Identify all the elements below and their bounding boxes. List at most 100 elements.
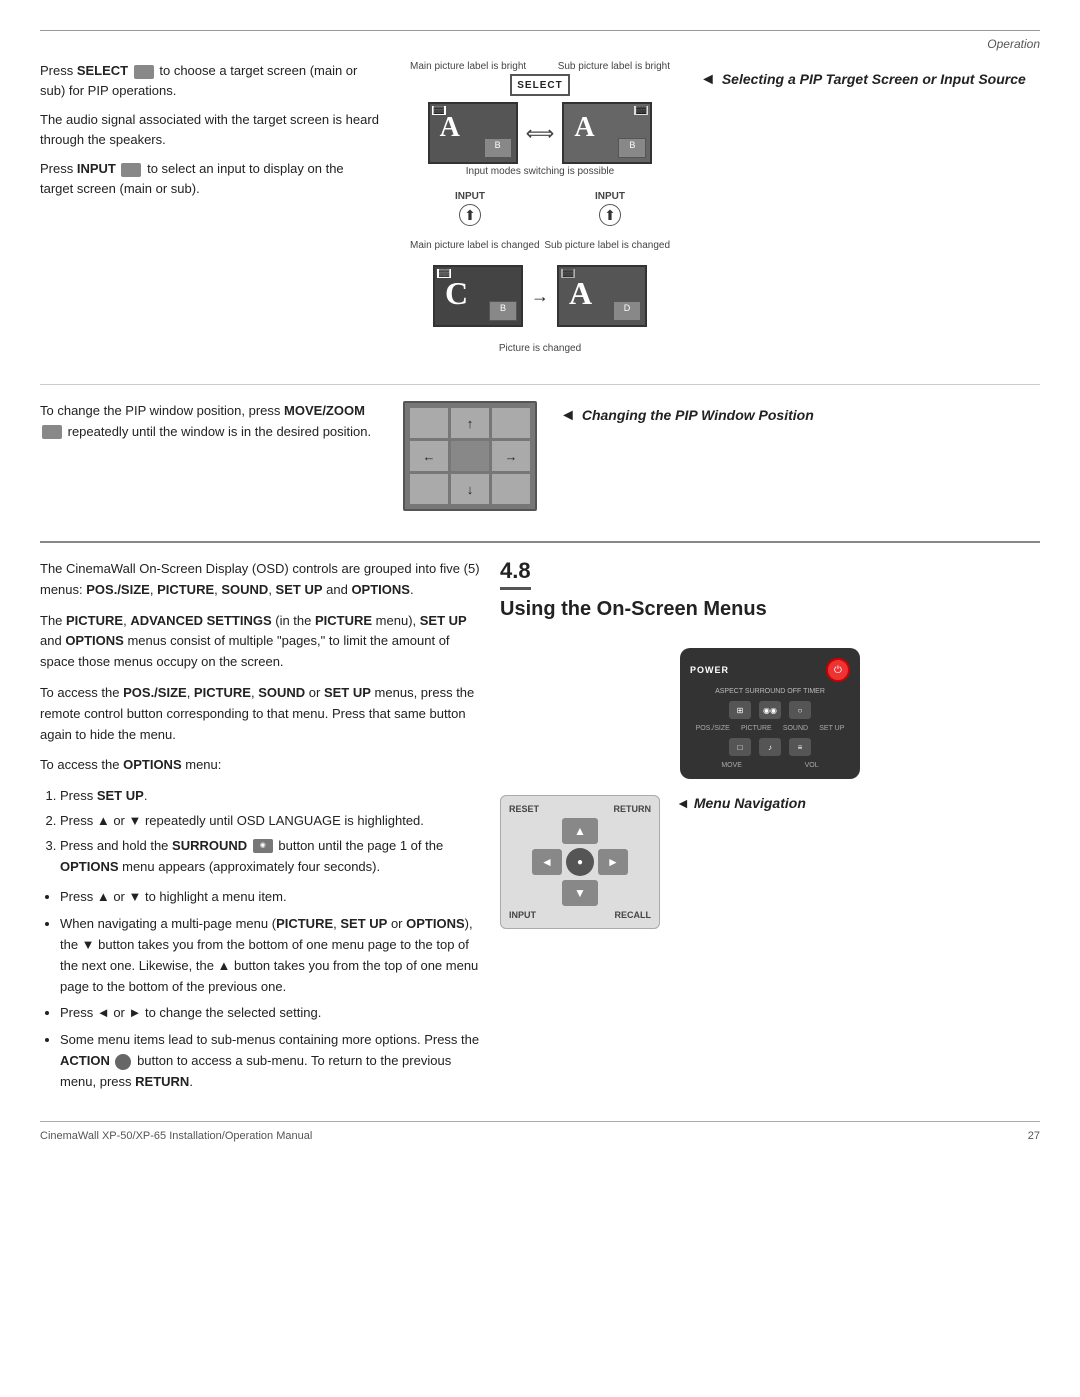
pip-section-heading: ◄ Selecting a PIP Target Screen or Input…: [700, 71, 1040, 89]
input-modes-note: Input modes switching is possible: [400, 166, 680, 177]
remote-top-row: ⊞ ◉◉ ○: [690, 701, 850, 719]
osd-bullet4: Some menu items lead to sub-menus contai…: [60, 1030, 480, 1092]
grid-cell-center: [451, 441, 489, 471]
osd-para1: The CinemaWall On-Screen Display (OSD) c…: [40, 559, 480, 601]
remote-menu-btns: □ ♪ ≡: [690, 738, 850, 756]
pip-bottom-screens: C B ▓▓ → A D ▓▓: [433, 265, 647, 327]
screen-letter-a-sub: A: [574, 112, 594, 144]
sub-changed-label: Sub picture label is changed: [544, 240, 670, 251]
movezoom-icon: [42, 425, 62, 439]
remote-power-label: POWER: [690, 665, 729, 675]
main-label-bright: Main picture label is bright: [410, 61, 526, 72]
nav-top-labels: RESET RETURN: [509, 804, 651, 814]
pip-mini-b-sub: B: [618, 138, 646, 158]
pip-para2: The audio signal associated with the tar…: [40, 110, 380, 149]
remote-pos-label: POS./SIZE: [696, 725, 730, 732]
bright-label-main: ▓▓: [432, 106, 446, 115]
remote-move-label: MOVE: [721, 762, 742, 769]
remote-sound-label: SOUND: [783, 725, 808, 732]
select-box: SELECT: [510, 74, 570, 96]
changed-labels: Main picture label is changed Sub pictur…: [400, 240, 680, 251]
nav-input-label: INPUT: [509, 910, 536, 920]
nav-up-row: ▲: [562, 818, 598, 844]
pip-mini-b-main: B: [484, 138, 512, 158]
select-bold: SELECT: [77, 63, 128, 78]
osd-picture5: PICTURE: [276, 916, 333, 931]
grid-cell-s: ↓: [451, 474, 489, 504]
remote-btn-sound: ≡: [789, 738, 811, 756]
pip-heading-text: Selecting a PIP Target Screen or Input S…: [722, 71, 1026, 87]
grid-cell-ne: [492, 408, 530, 438]
osd-picture: PICTURE: [157, 582, 214, 597]
osd-para3: To access the POS./SIZE, PICTURE, SOUND …: [40, 683, 480, 745]
bright-label-sub: ▓▓: [634, 106, 648, 115]
input-arrow-group: INPUT ⬆ INPUT ⬆: [400, 191, 680, 226]
pip-para1: Press SELECT to choose a target screen (…: [40, 61, 380, 100]
pip-left-text: Press SELECT to choose a target screen (…: [40, 61, 380, 354]
osd-para4: To access the OPTIONS menu:: [40, 755, 480, 776]
osd-step3: Press and hold the SURROUND ◉ button unt…: [60, 836, 480, 878]
nav-recall-label: RECALL: [615, 910, 652, 920]
remote-btn-off: ○: [789, 701, 811, 719]
remote-setup-label: SET UP: [819, 725, 844, 732]
menu-nav-label: Menu Navigation: [694, 795, 806, 811]
osd-bullet3: Press ◄ or ► to change the selected sett…: [60, 1003, 480, 1024]
pip-screen-c: C B ▓▓: [433, 265, 523, 327]
osd-section-number: 4.8: [500, 559, 531, 590]
nav-down-row: ▼: [562, 880, 598, 906]
remote-move-labels: MOVE VOL: [690, 762, 850, 769]
swap-arrow: ⟺: [526, 121, 555, 146]
grid-cell-se: [492, 474, 530, 504]
osd-options: OPTIONS: [351, 582, 410, 597]
osd-setup: SET UP: [276, 582, 323, 597]
remote-menu-labels: POS./SIZE PICTURE SOUND SET UP: [690, 725, 850, 732]
input-icon: [121, 163, 141, 177]
grid-cell-e: →: [492, 441, 530, 471]
remote-vol-label: VOL: [805, 762, 819, 769]
grid-cell-nw: [410, 408, 448, 438]
screen-letter-a-main: A: [440, 112, 460, 144]
grid-cell-n: ↑: [451, 408, 489, 438]
osd-left-content: The CinemaWall On-Screen Display (OSD) c…: [40, 559, 480, 1101]
remote-aspect-label: ASPECT SURROUND OFF TIMER: [715, 688, 825, 695]
movezoom-bold: MOVE/ZOOM: [284, 403, 365, 418]
section-osd: The CinemaWall On-Screen Display (OSD) c…: [40, 541, 1040, 1101]
remote-btn-aspect: ⊞: [729, 701, 751, 719]
movezoom-left: To change the PIP window position, press…: [40, 401, 380, 443]
osd-pos-size: POS./SIZE: [86, 582, 150, 597]
pip-screen-main-a: A B ▓▓: [428, 102, 518, 164]
picture-changed-note: Picture is changed: [499, 343, 581, 354]
osd-picture3: PICTURE: [315, 613, 372, 628]
remote-btn-picture: ♪: [759, 738, 781, 756]
menu-nav-arrow: ◄: [676, 795, 690, 811]
movezoom-right-heading: ◄ Changing the PIP Window Position: [560, 401, 1040, 433]
osd-setup4: SET UP: [340, 916, 387, 931]
osd-options5: OPTIONS: [406, 916, 465, 931]
osd-section-title: Using the On-Screen Menus: [500, 596, 1040, 622]
page-footer: CinemaWall XP-50/XP-65 Installation/Oper…: [40, 1121, 1040, 1142]
input-label-1: INPUT: [455, 191, 485, 202]
footer-page: 27: [1028, 1130, 1040, 1142]
input-arrow-left: INPUT ⬆: [455, 191, 485, 226]
select-text: SELECT: [517, 80, 562, 91]
nav-bottom-labels: INPUT RECALL: [509, 910, 651, 920]
input-arrow-right: INPUT ⬆: [595, 191, 625, 226]
osd-pos-size2: POS./SIZE: [123, 685, 187, 700]
nav-right-btn: ►: [598, 849, 628, 875]
movezoom-section-heading: ◄ Changing the PIP Window Position: [560, 407, 1040, 425]
action-icon: [115, 1054, 131, 1070]
screen-letter-c: C: [445, 275, 468, 312]
grid-cell-w: ←: [410, 441, 448, 471]
pip-top-labels: Main picture label is bright Sub picture…: [400, 61, 680, 72]
input-bold: INPUT: [77, 161, 116, 176]
header-operation: Operation: [40, 37, 1040, 51]
select-icon: [134, 65, 154, 79]
pip-mini-c: B: [489, 301, 517, 321]
pip-screen-a-bottom: A D ▓▓: [557, 265, 647, 327]
input-label-2: INPUT: [595, 191, 625, 202]
footer-left: CinemaWall XP-50/XP-65 Installation/Oper…: [40, 1130, 312, 1142]
nav-left-btn: ◄: [532, 849, 562, 875]
menu-nav-diagram-container: RESET RETURN ▲ ◄ ● ►: [500, 795, 660, 929]
top-rule: [40, 30, 1040, 31]
osd-section-header: 4.8 Using the On-Screen Menus: [500, 559, 1040, 632]
